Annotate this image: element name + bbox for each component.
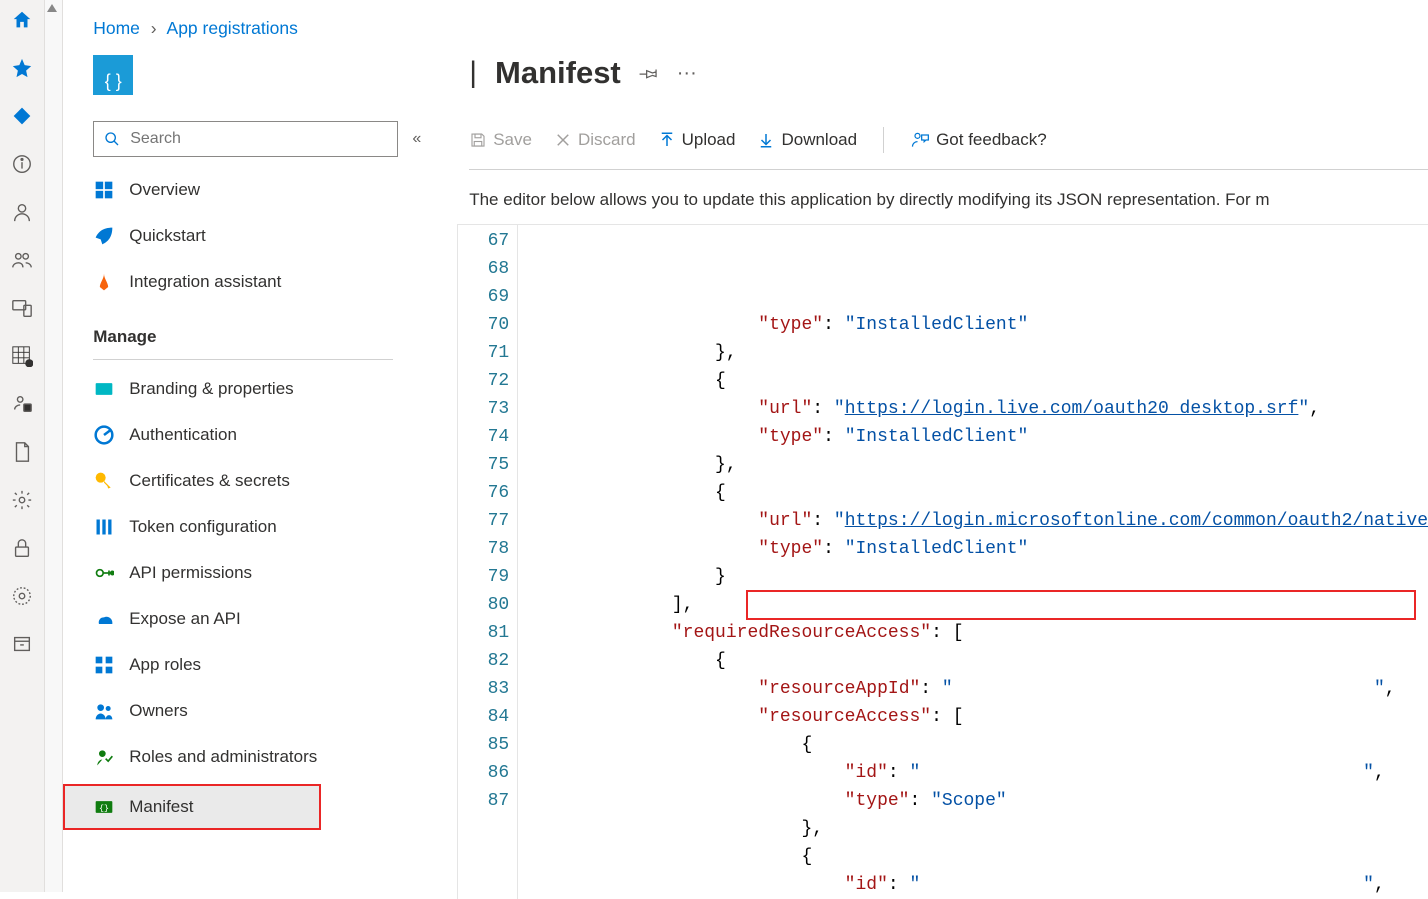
nav-expose-api[interactable]: Expose an API <box>63 596 421 642</box>
package-icon[interactable] <box>10 632 34 656</box>
collapse-sidebar-icon[interactable]: « <box>412 130 421 148</box>
page-header: | Manifest ··· <box>457 55 1428 91</box>
toolbar-separator <box>883 127 884 153</box>
nav-token-configuration[interactable]: Token configuration <box>63 504 421 550</box>
nav-integration-assistant[interactable]: Integration assistant <box>63 259 421 305</box>
diamond-icon[interactable] <box>10 104 34 128</box>
star-icon[interactable] <box>10 56 34 80</box>
search-icon <box>104 131 120 147</box>
auth-icon <box>93 424 115 446</box>
users-icon[interactable] <box>10 248 34 272</box>
nav-branding[interactable]: Branding & properties <box>63 366 421 412</box>
nav-overview[interactable]: Overview <box>63 167 421 213</box>
user-icon[interactable] <box>10 200 34 224</box>
document-icon[interactable] <box>10 440 34 464</box>
detail-pane: | Manifest ··· Save Discard Upload Downl… <box>431 49 1428 899</box>
nav-label: Certificates & secrets <box>129 471 290 491</box>
settings-icon[interactable] <box>10 488 34 512</box>
nav-divider <box>93 359 393 360</box>
breadcrumb-app-registrations[interactable]: App registrations <box>167 18 298 38</box>
app-registrations-icon[interactable] <box>10 344 34 368</box>
title-separator: | <box>469 56 477 90</box>
json-editor[interactable]: 6768697071727374757677787980818283848586… <box>457 224 1428 899</box>
nav-certificates-secrets[interactable]: Certificates & secrets <box>63 458 421 504</box>
manifest-icon: {} <box>93 796 115 818</box>
certs-icon <box>93 470 115 492</box>
nav-quickstart[interactable]: Quickstart <box>63 213 421 259</box>
editor-folding <box>518 225 538 899</box>
nav-label: API permissions <box>129 563 252 583</box>
app-icon: { } <box>93 55 133 95</box>
feedback-button[interactable]: Got feedback? <box>910 130 1047 150</box>
security-icon[interactable] <box>10 584 34 608</box>
more-icon[interactable]: ··· <box>677 62 697 85</box>
nav-label: Manifest <box>129 797 193 817</box>
scrollbar[interactable] <box>45 0 63 892</box>
expose-icon <box>93 608 115 630</box>
breadcrumb-home[interactable]: Home <box>93 18 140 38</box>
info-icon[interactable] <box>10 152 34 176</box>
lock-icon[interactable] <box>10 536 34 560</box>
nav-label: Overview <box>129 180 200 200</box>
nav-label: Authentication <box>129 425 237 445</box>
nav-label: Integration assistant <box>129 272 281 292</box>
roles-admins-icon <box>93 746 115 768</box>
breadcrumb-separator: › <box>145 18 163 38</box>
sidebar: { } « Overview Quickstart Integration as… <box>63 49 431 899</box>
nav-label: App roles <box>129 655 201 675</box>
upload-button[interactable]: Upload <box>658 130 736 150</box>
main-area: Home › App registrations { } « Overview … <box>45 0 1428 892</box>
api-icon <box>93 562 115 584</box>
identity-icon[interactable] <box>10 392 34 416</box>
save-button: Save <box>469 130 532 150</box>
nav-label: Expose an API <box>129 609 241 629</box>
nav-manifest[interactable]: {} Manifest <box>63 784 321 830</box>
nav-api-permissions[interactable]: API permissions <box>63 550 421 596</box>
nav-label: Roles and administrators <box>129 747 317 767</box>
download-button[interactable]: Download <box>757 130 857 150</box>
quickstart-icon <box>93 225 115 247</box>
discard-button: Discard <box>554 130 636 150</box>
devices-icon[interactable] <box>10 296 34 320</box>
nav-authentication[interactable]: Authentication <box>63 412 421 458</box>
nav-roles-admins[interactable]: Roles and administrators <box>63 734 421 780</box>
nav-manage-header: Manage <box>63 305 421 355</box>
sidebar-search[interactable] <box>93 121 398 157</box>
integration-icon <box>93 271 115 293</box>
editor-gutter: 6768697071727374757677787980818283848586… <box>458 225 518 899</box>
branding-icon <box>93 378 115 400</box>
nav-label: Quickstart <box>129 226 206 246</box>
roles-icon <box>93 654 115 676</box>
svg-text:{}: {} <box>99 803 109 813</box>
overview-icon <box>93 179 115 201</box>
token-icon <box>93 516 115 538</box>
nav-label: Token configuration <box>129 517 276 537</box>
editor-code[interactable]: "type": "InstalledClient" }, { "url": "h… <box>538 225 1428 899</box>
nav-app-roles[interactable]: App roles <box>63 642 421 688</box>
search-input[interactable] <box>94 122 397 156</box>
page-title: Manifest <box>495 55 621 91</box>
left-nav-rail <box>0 0 45 892</box>
breadcrumb: Home › App registrations <box>63 0 1428 49</box>
nav-label: Owners <box>129 701 188 721</box>
toolbar: Save Discard Upload Download Got feedbac… <box>457 91 1428 163</box>
owners-icon <box>93 700 115 722</box>
pin-icon[interactable] <box>639 63 659 83</box>
editor-info-text: The editor below allows you to update th… <box>457 170 1428 224</box>
home-icon[interactable] <box>10 8 34 32</box>
nav-owners[interactable]: Owners <box>63 688 421 734</box>
nav-label: Branding & properties <box>129 379 293 399</box>
